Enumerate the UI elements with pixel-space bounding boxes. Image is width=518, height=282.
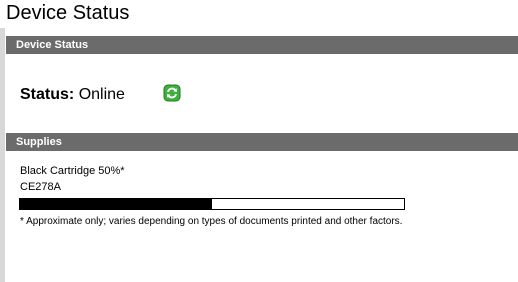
status-value: Online (78, 86, 125, 103)
refresh-icon (163, 84, 181, 102)
cartridge-name: Black Cartridge 50%* (20, 165, 125, 177)
page: Device Status Device Status Status: Onli… (0, 0, 518, 282)
cartridge-level-gauge (19, 198, 405, 210)
left-margin-rule (0, 28, 5, 282)
supplies-section-title: Supplies (16, 136, 62, 148)
refresh-button[interactable] (163, 84, 181, 102)
cartridge-level-fill (20, 199, 212, 209)
supplies-section-header: Supplies (6, 133, 518, 151)
supplies-footnote: * Approximate only; varies depending on … (20, 216, 403, 227)
page-title: Device Status (6, 2, 130, 24)
status-line: Status: Online (20, 85, 125, 104)
device-status-section-header: Device Status (6, 36, 518, 54)
status-label: Status: (20, 86, 75, 103)
cartridge-part-number: CE278A (20, 181, 61, 193)
device-status-section-title: Device Status (16, 39, 89, 51)
